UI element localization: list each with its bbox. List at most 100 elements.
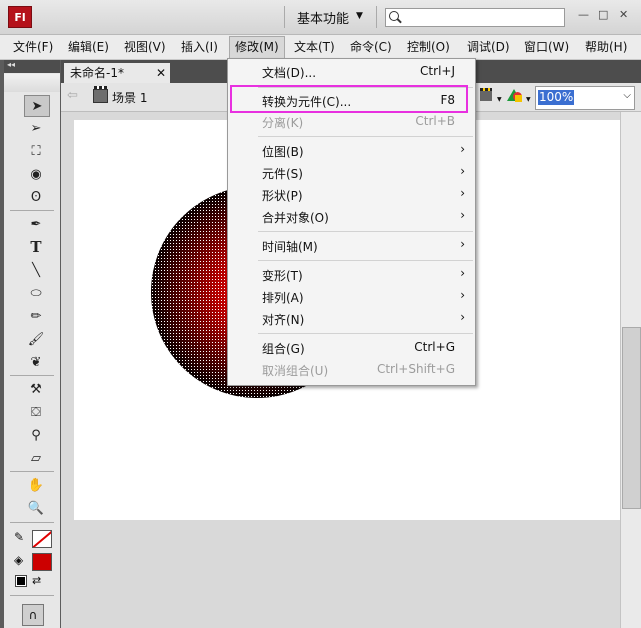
pen-tool-icon[interactable]: ✒: [24, 214, 48, 234]
menu-item-label: 形状(P): [262, 189, 303, 203]
edit-scene-icon[interactable]: [480, 88, 496, 102]
search-input[interactable]: [402, 9, 560, 26]
submenu-arrow-icon: ›: [460, 310, 465, 324]
menu-view[interactable]: 视图(V): [119, 35, 171, 59]
close-window-button[interactable]: ✕: [619, 8, 628, 21]
menu-item-bitmap[interactable]: 位图(B) ›: [228, 140, 475, 162]
scene-icon: [93, 86, 108, 103]
flash-logo: Fl: [8, 6, 32, 28]
menu-separator: [258, 136, 473, 137]
edit-symbols-icon[interactable]: [507, 87, 527, 105]
deco-tool-icon[interactable]: ❦: [24, 352, 48, 372]
menu-control[interactable]: 控制(O): [402, 35, 455, 59]
edit-symbols-dropdown-icon[interactable]: ▼: [526, 96, 531, 103]
menu-item-shape[interactable]: 形状(P) ›: [228, 184, 475, 206]
menu-item-symbol[interactable]: 元件(S) ›: [228, 162, 475, 184]
back-arrow-icon[interactable]: ⇦: [67, 88, 78, 103]
search-icon: [389, 11, 399, 21]
bone-tool-icon[interactable]: ⚒: [24, 379, 48, 399]
tools-divider: [10, 210, 54, 211]
menu-item-shortcut: Ctrl+J: [420, 64, 455, 78]
menu-help[interactable]: 帮助(H): [580, 35, 632, 59]
stroke-color-icon: ✎: [14, 530, 25, 544]
menu-item-shortcut: Ctrl+Shift+G: [376, 362, 455, 376]
subselection-tool-icon[interactable]: ➢: [24, 118, 48, 138]
menu-window[interactable]: 窗口(W): [519, 35, 574, 59]
zoom-combobox[interactable]: 100% ⌵: [535, 86, 635, 110]
title-divider-2: [376, 6, 377, 28]
menu-item-label: 对齐(N): [262, 313, 305, 327]
lasso-tool-icon[interactable]: ʘ: [24, 187, 48, 207]
menu-item-label: 排列(A): [262, 291, 304, 305]
chevron-down-icon[interactable]: ⌵: [623, 90, 631, 101]
submenu-arrow-icon: ›: [460, 237, 465, 251]
menu-insert[interactable]: 插入(I): [176, 35, 223, 59]
menu-item-group[interactable]: 组合(G) Ctrl+G: [228, 337, 475, 359]
3d-rotation-tool-icon[interactable]: ◉: [24, 164, 48, 184]
close-icon[interactable]: ✕: [156, 63, 166, 83]
edit-scene-dropdown-icon[interactable]: ▼: [497, 96, 502, 103]
menu-item-combine-objects[interactable]: 合并对象(O) ›: [228, 206, 475, 228]
oval-tool-icon[interactable]: ⬭: [24, 283, 48, 303]
paint-bucket-tool-icon[interactable]: ⛋: [24, 402, 48, 422]
menu-item-align[interactable]: 对齐(N) ›: [228, 308, 475, 330]
swap-colors-icon[interactable]: ⇄: [32, 574, 41, 587]
text-tool-icon[interactable]: T: [24, 237, 48, 257]
title-divider: [284, 6, 285, 28]
document-tab[interactable]: 未命名-1* ✕: [64, 63, 170, 83]
line-tool-icon[interactable]: ╲: [24, 260, 48, 280]
menu-item-label: 文档(D)...: [262, 66, 317, 80]
title-bar: Fl 基本功能 ▼ — □ ✕: [0, 0, 641, 35]
menu-debug[interactable]: 调试(D): [462, 35, 515, 59]
collapse-icon[interactable]: ◂◂: [7, 60, 15, 69]
menu-item-break-apart: 分离(K) Ctrl+B: [228, 111, 475, 133]
minimize-button[interactable]: —: [578, 8, 589, 21]
search-box[interactable]: [385, 8, 565, 27]
menu-text[interactable]: 文本(T): [289, 35, 340, 59]
menu-item-arrange[interactable]: 排列(A) ›: [228, 286, 475, 308]
zoom-tool-icon[interactable]: 🔍: [24, 498, 48, 518]
menu-modify[interactable]: 修改(M): [229, 36, 285, 59]
menu-separator: [258, 260, 473, 261]
fill-color-icon: ◈: [14, 553, 24, 567]
snap-to-objects-icon[interactable]: ∩: [22, 604, 44, 626]
menu-item-transform[interactable]: 变形(T) ›: [228, 264, 475, 286]
fill-color-swatch[interactable]: [32, 553, 52, 571]
menu-item-label: 位图(B): [262, 145, 304, 159]
brush-tool-icon[interactable]: 🖌: [24, 329, 48, 349]
menu-item-label: 取消组合(U): [262, 364, 329, 378]
workspace-switcher[interactable]: 基本功能: [297, 8, 349, 27]
menu-item-shortcut: Ctrl+B: [415, 114, 455, 128]
hand-tool-icon[interactable]: ✋: [24, 475, 48, 495]
submenu-arrow-icon: ›: [460, 288, 465, 302]
menu-item-label: 分离(K): [262, 116, 304, 130]
menu-item-label: 合并对象(O): [262, 211, 329, 225]
menu-item-document[interactable]: 文档(D)... Ctrl+J: [228, 61, 475, 83]
scene-label[interactable]: 场景 1: [112, 89, 147, 106]
selection-tool-icon[interactable]: ➤: [24, 95, 50, 117]
menu-bar: 文件(F) 编辑(E) 视图(V) 插入(I) 修改(M) 文本(T) 命令(C…: [0, 35, 641, 60]
tools-divider-2: [10, 375, 54, 376]
workspace-dropdown-icon[interactable]: ▼: [356, 11, 363, 21]
scroll-thumb[interactable]: [622, 327, 641, 509]
maximize-button[interactable]: □: [598, 8, 608, 21]
zoom-value[interactable]: 100%: [538, 90, 575, 105]
menu-item-label: 元件(S): [262, 167, 303, 181]
eyedropper-tool-icon[interactable]: ⚲: [24, 425, 48, 445]
menu-edit[interactable]: 编辑(E): [63, 35, 114, 59]
tools-divider-4: [10, 522, 54, 523]
pencil-tool-icon[interactable]: ✏: [24, 306, 48, 326]
eraser-tool-icon[interactable]: ▱: [24, 448, 48, 468]
free-transform-tool-icon[interactable]: ⛶: [24, 141, 48, 161]
menu-item-timeline[interactable]: 时间轴(M) ›: [228, 235, 475, 257]
tools-panel: ◂◂ ➤ ➢ ⛶ ◉ ʘ ✒ T ╲ ⬭ ✏ 🖌 ❦ ⚒ ⛋ ⚲ ▱ ✋ 🔍 ✎…: [4, 60, 60, 628]
tools-divider-5: [10, 595, 54, 596]
vertical-scrollbar[interactable]: [620, 112, 641, 628]
menu-item-label: 时间轴(M): [262, 240, 318, 254]
tools-panel-grip[interactable]: [4, 74, 60, 92]
stroke-color-swatch[interactable]: [32, 530, 52, 548]
menu-file[interactable]: 文件(F): [8, 35, 58, 59]
menu-commands[interactable]: 命令(C): [345, 35, 397, 59]
highlight-box: [230, 85, 468, 113]
black-white-icon[interactable]: [15, 575, 27, 587]
